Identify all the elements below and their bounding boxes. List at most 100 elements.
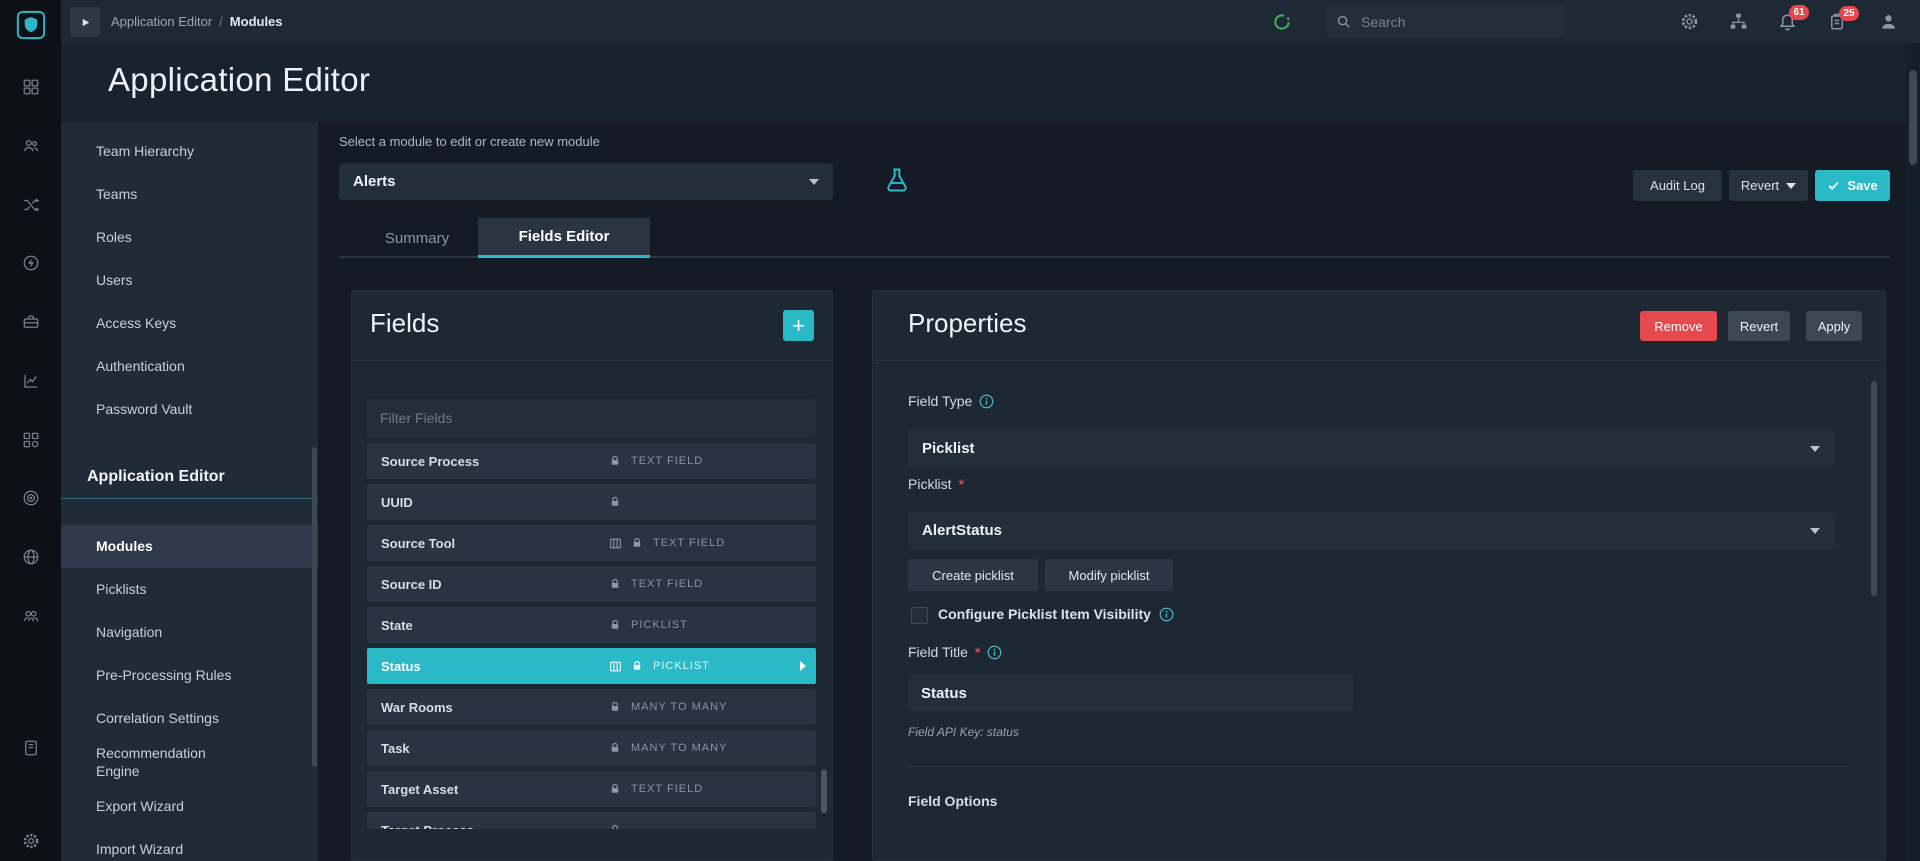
- chevron-right-icon: [800, 661, 806, 671]
- picklist-label: Picklist *: [908, 476, 965, 492]
- breadcrumb: Application Editor / Modules: [111, 0, 283, 43]
- sidebar-item-recommendation-engine[interactable]: Recommendation Engine: [61, 740, 318, 784]
- fields-panel-header: Fields +: [352, 291, 832, 361]
- sidebar-scrollbar[interactable]: [312, 447, 317, 767]
- picklist-dropdown[interactable]: AlertStatus: [908, 512, 1834, 549]
- sidebar-item-picklists[interactable]: Picklists: [61, 568, 318, 611]
- field-title-input[interactable]: [908, 675, 1353, 711]
- properties-panel: Properties Remove Revert Apply Field Typ…: [872, 290, 1886, 861]
- info-icon[interactable]: [987, 645, 1002, 660]
- filter-fields-input[interactable]: [367, 399, 816, 437]
- topbar-actions: 61 25: [1272, 0, 1898, 43]
- flask-icon[interactable]: [883, 166, 911, 194]
- field-row-war-rooms[interactable]: War Rooms MANY TO MANY: [367, 689, 816, 725]
- gear-icon[interactable]: [0, 832, 61, 850]
- collapse-sidebar-button[interactable]: [70, 7, 100, 37]
- module-dropdown[interactable]: Alerts: [339, 163, 833, 200]
- field-row-source-process[interactable]: Source Process TEXT FIELD: [367, 443, 816, 479]
- grid-column-icon: [609, 537, 622, 550]
- field-row-target-asset[interactable]: Target Asset TEXT FIELD: [367, 771, 816, 807]
- target-icon[interactable]: [0, 489, 61, 507]
- sidebar-item-password-vault[interactable]: Password Vault: [61, 388, 318, 431]
- chevron-down-icon: [1810, 445, 1820, 452]
- field-row-uuid[interactable]: UUID: [367, 484, 816, 520]
- add-field-button[interactable]: +: [783, 310, 814, 341]
- visibility-checkbox[interactable]: [911, 607, 928, 624]
- automation-icon[interactable]: [0, 254, 61, 272]
- lock-icon: [609, 455, 621, 467]
- fields-list: Source Process TEXT FIELD UUID Source To…: [367, 443, 816, 829]
- chevron-down-icon: [1786, 182, 1797, 189]
- knowledge-icon[interactable]: [0, 739, 61, 757]
- sidebar-item-authentication[interactable]: Authentication: [61, 345, 318, 388]
- field-row-status-selected[interactable]: Status PICKLIST: [367, 648, 816, 684]
- revert-button[interactable]: Revert: [1728, 311, 1790, 341]
- field-row-source-id[interactable]: Source ID TEXT FIELD: [367, 566, 816, 602]
- properties-scrollbar[interactable]: [1871, 381, 1877, 596]
- lock-icon: [631, 537, 643, 549]
- breadcrumb-parent[interactable]: Application Editor: [111, 14, 212, 29]
- sidebar-item-correlation-settings[interactable]: Correlation Settings: [61, 697, 318, 740]
- sidebar-item-users[interactable]: Users: [61, 259, 318, 302]
- people-icon[interactable]: [0, 607, 61, 625]
- field-type-value: Picklist: [922, 440, 975, 457]
- reports-icon[interactable]: [0, 372, 61, 390]
- lock-icon: [609, 578, 621, 590]
- field-row-state[interactable]: State PICKLIST: [367, 607, 816, 643]
- sidebar-item-navigation[interactable]: Navigation: [61, 611, 318, 654]
- health-status-icon[interactable]: [1272, 12, 1292, 32]
- divider: [908, 766, 1849, 767]
- audit-log-button[interactable]: Audit Log: [1633, 170, 1722, 201]
- revert-dropdown-button[interactable]: Revert: [1729, 170, 1808, 201]
- breadcrumb-current: Modules: [229, 14, 283, 29]
- sidebar-item-team-hierarchy[interactable]: Team Hierarchy: [61, 130, 318, 173]
- remove-button[interactable]: Remove: [1640, 311, 1717, 341]
- resources-icon[interactable]: [0, 313, 61, 331]
- module-editor: Select a module to edit or create new mo…: [318, 122, 1906, 861]
- notifications-bell-icon[interactable]: 61: [1778, 5, 1809, 31]
- fields-list-scrollbar[interactable]: [821, 769, 827, 813]
- widgets-icon[interactable]: [0, 431, 61, 449]
- field-type-dropdown[interactable]: Picklist: [908, 430, 1834, 467]
- field-row-target-process[interactable]: Target Process: [367, 812, 816, 829]
- create-picklist-button[interactable]: Create picklist: [908, 559, 1038, 591]
- globe-icon[interactable]: [0, 548, 61, 566]
- field-row-source-tool[interactable]: Source Tool TEXT FIELD: [367, 525, 816, 561]
- tab-fields-editor[interactable]: Fields Editor: [478, 218, 650, 258]
- sitemap-icon[interactable]: [1729, 12, 1748, 31]
- page-scrollbar-thumb[interactable]: [1909, 70, 1917, 165]
- info-icon[interactable]: [1159, 607, 1174, 622]
- apply-button[interactable]: Apply: [1806, 311, 1862, 341]
- field-row-task[interactable]: Task MANY TO MANY: [367, 730, 816, 766]
- search-input[interactable]: [1359, 12, 1555, 31]
- picklist-value: AlertStatus: [922, 522, 1003, 539]
- sidebar-item-pre-processing-rules[interactable]: Pre-Processing Rules: [61, 654, 318, 697]
- properties-panel-header: Properties Remove Revert Apply: [873, 291, 1885, 361]
- sidebar-item-teams[interactable]: Teams: [61, 173, 318, 216]
- approvals-icon[interactable]: 25: [1828, 5, 1859, 31]
- sidebar-item-access-keys[interactable]: Access Keys: [61, 302, 318, 345]
- sidebar-item-import-wizard[interactable]: Import Wizard: [61, 827, 318, 861]
- required-marker: *: [958, 476, 965, 492]
- dashboard-icon[interactable]: [0, 78, 61, 96]
- breadcrumb-separator: /: [219, 14, 223, 29]
- sidebar-item-export-wizard[interactable]: Export Wizard: [61, 784, 318, 827]
- sidebar-item-roles[interactable]: Roles: [61, 216, 318, 259]
- field-options-heading: Field Options: [908, 793, 998, 809]
- page-title: Application Editor: [108, 61, 371, 98]
- check-icon: [1828, 181, 1839, 191]
- settings-gear-icon[interactable]: [1680, 12, 1699, 31]
- sidebar-item-modules[interactable]: Modules: [61, 525, 318, 568]
- settings-sidebar: Team Hierarchy Teams Roles Users Access …: [61, 122, 318, 861]
- info-icon[interactable]: [979, 394, 994, 409]
- app-logo[interactable]: [0, 10, 61, 40]
- field-title-label: Field Title *: [908, 644, 1002, 660]
- module-select-label: Select a module to edit or create new mo…: [339, 134, 600, 149]
- user-avatar-icon[interactable]: [1879, 12, 1898, 31]
- routing-icon[interactable]: [0, 196, 61, 214]
- tab-summary[interactable]: Summary: [356, 218, 478, 258]
- fields-panel: Fields + Source Process TEXT FIELD UUID …: [351, 290, 833, 861]
- teams-icon[interactable]: [0, 137, 61, 155]
- save-button[interactable]: Save: [1815, 170, 1890, 201]
- modify-picklist-button[interactable]: Modify picklist: [1045, 559, 1173, 591]
